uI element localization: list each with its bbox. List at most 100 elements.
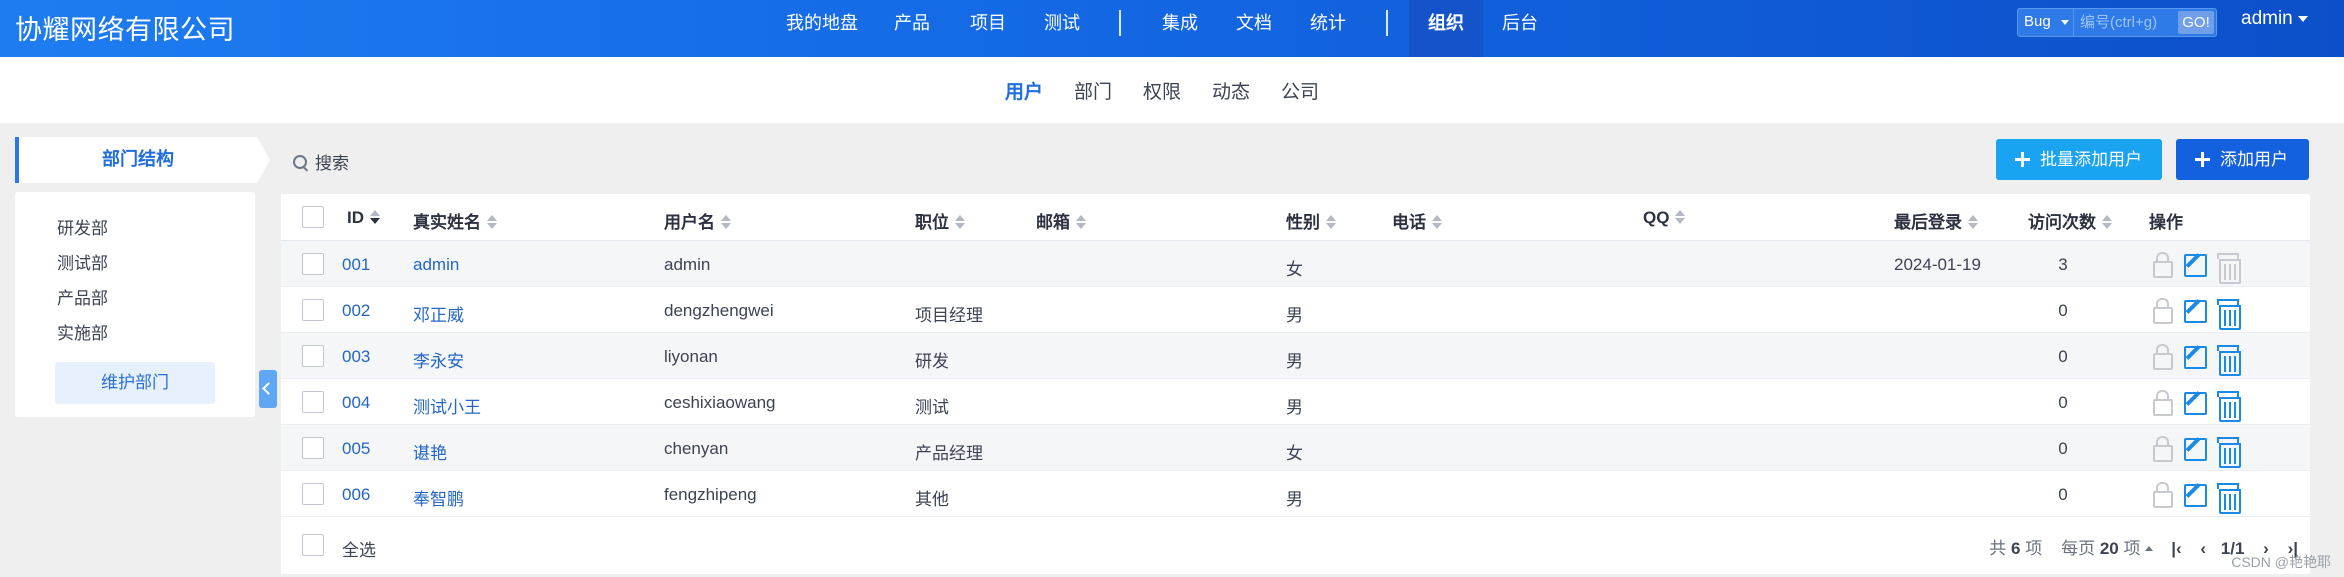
- column-header-visits[interactable]: 访问次数: [2028, 208, 2112, 233]
- plus-icon: [2195, 152, 2210, 167]
- nav-product[interactable]: 产品: [894, 0, 930, 57]
- edit-icon[interactable]: [2182, 343, 2207, 369]
- column-header-role[interactable]: 职位: [915, 208, 965, 233]
- user-visits: 0: [2058, 393, 2068, 412]
- table-row[interactable]: 005 谌艳 chenyan 产品经理 女 0: [281, 425, 2310, 471]
- user-realname[interactable]: admin: [413, 255, 459, 275]
- dept-item-product[interactable]: 产品部: [57, 284, 108, 309]
- lock-icon[interactable]: [2150, 343, 2174, 370]
- column-label: 邮箱: [1036, 213, 1070, 232]
- user-realname[interactable]: 李永安: [413, 347, 464, 372]
- delete-icon[interactable]: [2214, 435, 2241, 468]
- batch-add-users-button[interactable]: 批量添加用户: [1996, 139, 2162, 180]
- user-id[interactable]: 006: [342, 485, 370, 505]
- user-realname[interactable]: 测试小王: [413, 393, 481, 418]
- edit-icon[interactable]: [2182, 251, 2207, 277]
- lock-icon[interactable]: [2150, 297, 2174, 324]
- row-checkbox[interactable]: [302, 299, 324, 321]
- nav-divider: [1119, 10, 1121, 36]
- row-checkbox[interactable]: [302, 253, 324, 275]
- maintain-department-button[interactable]: 维护部门: [55, 362, 215, 404]
- select-all-label[interactable]: 全选: [342, 536, 376, 561]
- search-label: 搜索: [315, 154, 349, 173]
- user-realname[interactable]: 邓正威: [413, 301, 464, 326]
- department-structure-tab[interactable]: 部门结构: [15, 137, 270, 183]
- user-id[interactable]: 005: [342, 439, 370, 459]
- user-realname[interactable]: 奉智鹏: [413, 485, 464, 510]
- go-button[interactable]: GO!: [2178, 11, 2214, 34]
- top-navbar: 协耀网络有限公司 我的地盘 产品 项目 测试 集成 文档 统计 组织 后台 Bu…: [0, 0, 2344, 57]
- search-id-input[interactable]: 编号(ctrl+g): [2080, 9, 2157, 36]
- lock-icon[interactable]: [2150, 389, 2174, 416]
- column-header-email[interactable]: 邮箱: [1036, 208, 1086, 233]
- user-id[interactable]: 001: [342, 255, 370, 275]
- table-row[interactable]: 006 奉智鹏 fengzhipeng 其他 男 0: [281, 471, 2310, 517]
- nav-project[interactable]: 项目: [970, 0, 1006, 57]
- sort-icon: [487, 215, 497, 229]
- dept-item-implementation[interactable]: 实施部: [57, 319, 108, 344]
- table-row[interactable]: 004 测试小王 ceshixiaowang 测试 男 0: [281, 379, 2310, 425]
- column-header-last-login[interactable]: 最后登录: [1894, 208, 1978, 233]
- column-header-realname[interactable]: 真实姓名: [413, 208, 497, 233]
- delete-icon[interactable]: [2214, 481, 2241, 514]
- search-type-select[interactable]: Bug: [2018, 9, 2074, 36]
- lock-icon[interactable]: [2150, 435, 2174, 462]
- column-label: QQ: [1643, 208, 1670, 227]
- edit-icon[interactable]: [2182, 435, 2207, 461]
- add-user-button[interactable]: 添加用户: [2176, 139, 2309, 180]
- lock-icon[interactable]: [2150, 481, 2174, 508]
- prev-page-icon[interactable]: ‹: [2200, 539, 2206, 559]
- edit-icon[interactable]: [2182, 297, 2207, 323]
- company-brand[interactable]: 协耀网络有限公司: [15, 8, 235, 47]
- table-row[interactable]: 003 李永安 liyonan 研发 男 0: [281, 333, 2310, 379]
- column-label: 真实姓名: [413, 213, 481, 232]
- nav-my-dashboard[interactable]: 我的地盘: [786, 0, 858, 57]
- search-toggle[interactable]: 搜索: [293, 149, 349, 174]
- nav-docs[interactable]: 文档: [1236, 0, 1272, 57]
- row-checkbox[interactable]: [302, 483, 324, 505]
- table-row[interactable]: 001 admin admin 女 2024-01-19 3: [281, 241, 2310, 287]
- total-prefix: 共: [1989, 539, 2007, 558]
- column-header-qq[interactable]: QQ: [1643, 208, 1686, 228]
- subnav-departments[interactable]: 部门: [1074, 77, 1112, 104]
- delete-icon[interactable]: [2214, 343, 2241, 376]
- table-footer: 全选 共 6 项 每页 20 项 |‹ ‹ 1/1 › ›|: [281, 520, 2310, 574]
- nav-test[interactable]: 测试: [1044, 0, 1080, 57]
- delete-icon[interactable]: [2214, 389, 2241, 422]
- column-header-gender[interactable]: 性别: [1286, 208, 1336, 233]
- lock-icon[interactable]: [2150, 251, 2174, 278]
- user-id[interactable]: 004: [342, 393, 370, 413]
- sort-icon: [1968, 215, 1978, 229]
- sidebar-collapse-toggle[interactable]: [259, 370, 277, 408]
- nav-stats[interactable]: 统计: [1310, 0, 1346, 57]
- column-header-phone[interactable]: 电话: [1392, 208, 1442, 233]
- column-header-id[interactable]: ID: [347, 208, 380, 228]
- user-realname[interactable]: 谌艳: [413, 439, 447, 464]
- select-all-header-checkbox[interactable]: [302, 206, 324, 228]
- column-header-account[interactable]: 用户名: [664, 208, 731, 233]
- edit-icon[interactable]: [2182, 481, 2207, 507]
- nav-organization[interactable]: 组织: [1409, 0, 1483, 57]
- subnav-activity[interactable]: 动态: [1212, 77, 1250, 104]
- row-checkbox[interactable]: [302, 391, 324, 413]
- subnav-permissions[interactable]: 权限: [1143, 77, 1181, 104]
- subnav-users[interactable]: 用户: [1005, 77, 1043, 104]
- user-id[interactable]: 002: [342, 301, 370, 321]
- delete-icon[interactable]: [2214, 297, 2241, 330]
- edit-icon[interactable]: [2182, 389, 2207, 415]
- row-checkbox[interactable]: [302, 345, 324, 367]
- subnav-company[interactable]: 公司: [1281, 77, 1319, 104]
- nav-admin[interactable]: 后台: [1502, 0, 1538, 57]
- user-id[interactable]: 003: [342, 347, 370, 367]
- row-checkbox[interactable]: [302, 437, 324, 459]
- per-page-select[interactable]: 每页 20 项: [2061, 539, 2153, 558]
- dept-item-rd[interactable]: 研发部: [57, 214, 108, 239]
- row-actions: [2150, 481, 2250, 514]
- first-page-icon[interactable]: |‹: [2171, 539, 2181, 559]
- dept-item-testing[interactable]: 测试部: [57, 249, 108, 274]
- user-account: admin: [664, 255, 711, 274]
- select-all-checkbox[interactable]: [302, 534, 324, 556]
- nav-integration[interactable]: 集成: [1162, 0, 1198, 57]
- table-row[interactable]: 002 邓正威 dengzhengwei 项目经理 男 0: [281, 287, 2310, 333]
- user-menu[interactable]: admin: [2241, 8, 2308, 30]
